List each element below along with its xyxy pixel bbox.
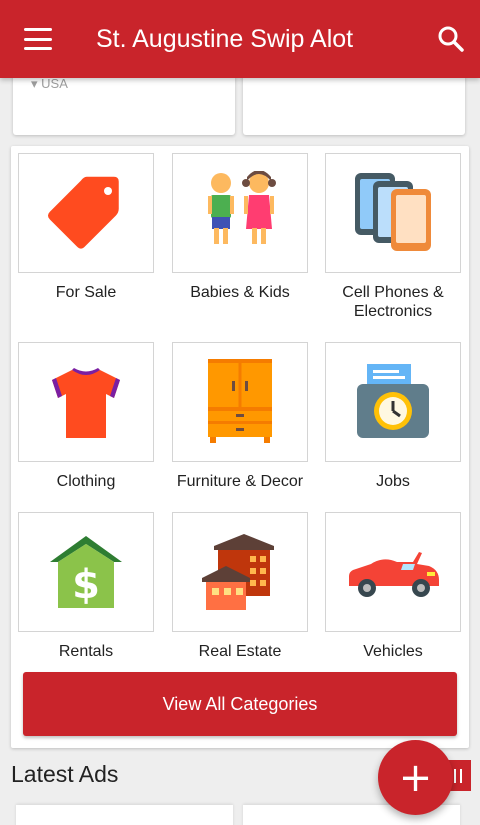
category-label: Rentals bbox=[58, 643, 114, 660]
category-clothing[interactable]: Clothing bbox=[18, 342, 154, 491]
category-vehicles[interactable]: Vehicles bbox=[325, 512, 461, 661]
search-icon[interactable] bbox=[436, 24, 466, 54]
category-furniture-decor[interactable]: Furniture & Decor bbox=[172, 342, 308, 491]
buildings-icon bbox=[202, 534, 274, 610]
add-ad-button[interactable]: + bbox=[378, 740, 453, 815]
categories-panel: For Sale Babies & Kids Cell Phones & Ele… bbox=[11, 146, 469, 748]
category-label: Jobs bbox=[376, 473, 410, 490]
category-label: Babies & Kids bbox=[190, 284, 290, 301]
kids-icon bbox=[208, 171, 276, 244]
menu-icon[interactable] bbox=[24, 28, 52, 50]
house-dollar-icon: $ bbox=[50, 536, 122, 608]
category-tile[interactable] bbox=[18, 342, 154, 462]
category-cell-phones-electronics[interactable]: Cell Phones & Electronics bbox=[325, 153, 461, 321]
category-for-sale[interactable]: For Sale bbox=[18, 153, 154, 302]
category-tile[interactable] bbox=[325, 512, 461, 632]
ad-card[interactable] bbox=[16, 805, 233, 825]
category-label: Clothing bbox=[56, 473, 116, 490]
svg-text:$: $ bbox=[72, 562, 100, 608]
wardrobe-icon bbox=[208, 359, 272, 443]
category-label: Real Estate bbox=[198, 643, 282, 660]
app-title: St. Augustine Swip Alot bbox=[96, 24, 354, 53]
app-bar: St. Augustine Swip Alot bbox=[0, 0, 480, 78]
category-tile[interactable] bbox=[325, 153, 461, 273]
category-rentals[interactable]: $ Rentals bbox=[18, 512, 154, 661]
time-clock-icon bbox=[357, 364, 429, 438]
category-label: Furniture & Decor bbox=[176, 473, 304, 490]
category-real-estate[interactable]: Real Estate bbox=[172, 512, 308, 661]
location-country: ▾ USA bbox=[31, 76, 68, 91]
shirt-icon bbox=[52, 368, 120, 438]
category-tile[interactable] bbox=[172, 342, 308, 462]
category-babies-kids[interactable]: Babies & Kids bbox=[172, 153, 308, 302]
latest-ads-heading: Latest Ads bbox=[11, 761, 119, 787]
category-tile[interactable]: $ bbox=[18, 512, 154, 632]
tag-icon bbox=[47, 176, 119, 249]
view-all-categories-button[interactable]: View All Categories bbox=[23, 672, 457, 736]
category-label: Cell Phones & Electronics bbox=[342, 284, 444, 320]
category-tile[interactable] bbox=[172, 153, 308, 273]
plus-icon: + bbox=[398, 754, 433, 801]
category-jobs[interactable]: Jobs bbox=[325, 342, 461, 491]
category-tile[interactable] bbox=[325, 342, 461, 462]
category-label: For Sale bbox=[55, 284, 117, 301]
category-tile[interactable] bbox=[18, 153, 154, 273]
devices-icon bbox=[355, 173, 431, 251]
category-label: Vehicles bbox=[363, 643, 423, 660]
car-icon bbox=[349, 552, 439, 597]
category-tile[interactable] bbox=[172, 512, 308, 632]
